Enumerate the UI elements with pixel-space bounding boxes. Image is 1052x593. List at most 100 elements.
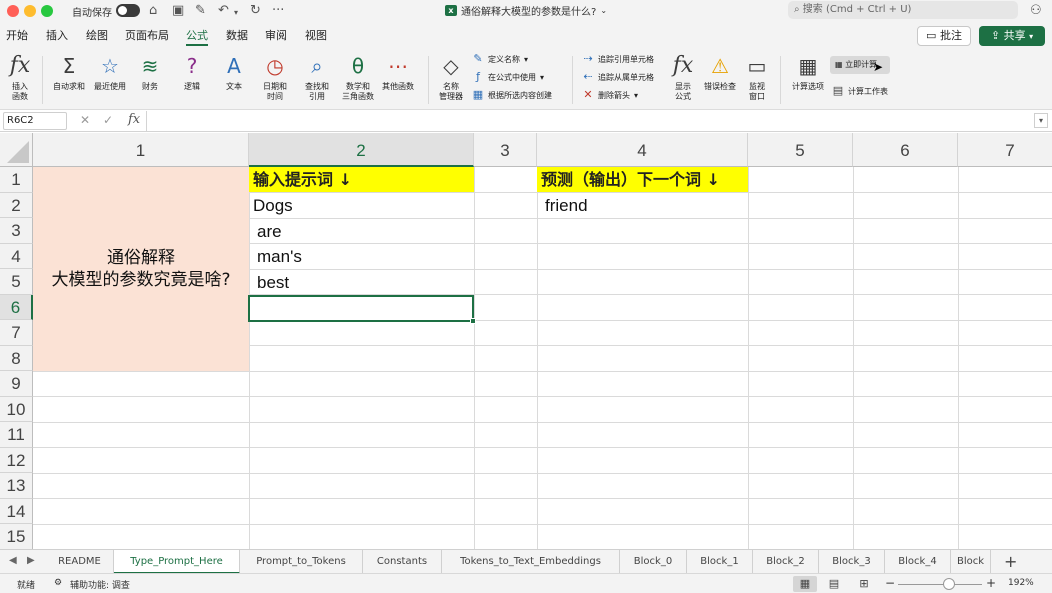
output-header-cell[interactable]: 预测（输出）下一个词 ↓ <box>537 167 748 192</box>
use-in-formula-button[interactable]: ƒ 在公式中使用 ▾ <box>472 70 544 84</box>
sheet-tab-readme[interactable]: README <box>46 550 114 574</box>
lookup-button[interactable]: ⌕ 查找和 引用 <box>300 52 334 102</box>
text-functions-button[interactable]: A 文本 <box>218 52 250 92</box>
more-functions-button[interactable]: ⋯ 其他函数 <box>380 52 416 92</box>
tab-data[interactable]: 数据 <box>226 27 248 43</box>
tab-view[interactable]: 视图 <box>305 27 327 43</box>
edit-icon[interactable]: ✎ <box>195 2 206 20</box>
define-name-button[interactable]: ✎ 定义名称 ▾ <box>472 52 528 66</box>
accessibility-status[interactable]: 辅助功能: 调查 <box>70 578 130 591</box>
input-header-cell[interactable]: 输入提示词 ↓ <box>249 167 474 192</box>
sheet-tab-block-0[interactable]: Block_0 <box>620 550 687 574</box>
logical-button[interactable]: ? 逻辑 <box>176 52 208 92</box>
tab-draw[interactable]: 绘图 <box>86 27 108 43</box>
remove-arrows-button[interactable]: ✕ 删除箭头 ▾ <box>582 88 638 102</box>
column-header[interactable]: 3 <box>474 133 537 167</box>
row-header-selected[interactable]: 6 <box>0 294 33 320</box>
column-header[interactable]: 4 <box>537 133 748 167</box>
row-header[interactable]: 4 <box>0 243 33 269</box>
trace-precedents-button[interactable]: ⇢ 追踪引用单元格 <box>582 52 654 66</box>
recent-functions-button[interactable]: ☆ 最近使用 <box>92 52 128 92</box>
undo-icon[interactable]: ↶ <box>218 2 229 20</box>
window-minimize-button[interactable] <box>24 5 36 17</box>
tab-formulas[interactable]: 公式 <box>186 27 208 43</box>
trace-dependents-button[interactable]: ⇠ 追踪从属单元格 <box>582 70 654 84</box>
create-from-selection-button[interactable]: ▦ 根据所选内容创建 <box>472 88 552 102</box>
name-box[interactable]: R6C2 <box>3 112 67 130</box>
expand-formula-bar-button[interactable]: ▾ <box>1034 113 1048 128</box>
financial-button[interactable]: ≋ 财务 <box>134 52 166 92</box>
sheet-tab-type-prompt-here[interactable]: Type_Prompt_Here <box>114 550 240 574</box>
tab-review[interactable]: 审阅 <box>265 27 287 43</box>
search-input[interactable]: ⌕ 搜索 (Cmd + Ctrl + U) <box>788 1 1018 19</box>
home-icon[interactable]: ⌂ <box>149 2 157 20</box>
sheet-prev-icon[interactable]: ◀ <box>9 555 17 566</box>
account-icon[interactable]: ⚇ <box>1030 2 1042 20</box>
insert-function-button[interactable]: fx 插入 函数 <box>6 52 34 102</box>
zoom-level[interactable]: 192% <box>1008 578 1034 588</box>
accessibility-icon[interactable]: ⚙ <box>54 578 62 588</box>
window-maximize-button[interactable] <box>41 5 53 17</box>
page-layout-view-button[interactable]: ▤ <box>822 576 846 592</box>
calculate-sheet-button[interactable]: ▤ 计算工作表 <box>832 84 888 98</box>
zoom-in-icon[interactable]: + <box>986 576 996 590</box>
row-header[interactable]: 13 <box>0 473 33 499</box>
autosave-toggle[interactable] <box>116 4 140 17</box>
math-trig-button[interactable]: θ 数学和 三角函数 <box>338 52 378 102</box>
sheet-tab-tokens-to-text-embeddings[interactable]: Tokens_to_Text_Embeddings <box>442 550 620 574</box>
row-header[interactable]: 2 <box>0 192 33 218</box>
page-break-view-button[interactable]: ⊞ <box>852 576 876 592</box>
datetime-button[interactable]: ◷ 日期和 时间 <box>258 52 292 102</box>
column-header-selected[interactable]: 2 <box>249 133 474 167</box>
row-header[interactable]: 3 <box>0 218 33 244</box>
row-header[interactable]: 7 <box>0 320 33 346</box>
watch-window-button[interactable]: ▭ 监视 窗口 <box>742 52 772 102</box>
save-icon[interactable]: ▣ <box>172 2 184 20</box>
more-icon[interactable]: ··· <box>272 2 284 20</box>
insert-function-icon[interactable]: fx <box>128 112 140 127</box>
sheet-next-icon[interactable]: ▶ <box>27 555 35 566</box>
input-token-cell[interactable]: are <box>257 219 282 244</box>
column-header[interactable]: 1 <box>33 133 249 167</box>
zoom-slider-handle[interactable] <box>943 578 955 590</box>
normal-view-button[interactable]: ▦ <box>793 576 817 592</box>
merged-title-cell[interactable]: 通俗解释 大模型的参数究竟是啥? <box>33 167 249 371</box>
worksheet-grid[interactable]: 1 2 3 4 5 6 7 1 2 3 4 5 6 7 8 9 10 11 12… <box>0 133 1052 549</box>
row-header[interactable]: 15 <box>0 524 33 549</box>
sheet-tab-block-partial[interactable]: Block <box>951 550 991 574</box>
error-checking-button[interactable]: ⚠ 错误检查 <box>700 52 740 92</box>
fill-handle[interactable] <box>470 318 476 324</box>
row-header[interactable]: 11 <box>0 422 33 448</box>
tab-insert[interactable]: 插入 <box>46 27 68 43</box>
window-close-button[interactable] <box>7 5 19 17</box>
row-header[interactable]: 1 <box>0 167 33 193</box>
sheet-tab-prompt-to-tokens[interactable]: Prompt_to_Tokens <box>240 550 363 574</box>
tab-home[interactable]: 开始 <box>6 27 28 43</box>
undo-dropdown-icon[interactable]: ▾ <box>234 4 238 22</box>
tab-page-layout[interactable]: 页面布局 <box>125 27 169 43</box>
formula-input[interactable] <box>146 111 1034 131</box>
zoom-out-icon[interactable]: − <box>885 576 895 590</box>
sheet-tab-constants[interactable]: Constants <box>363 550 442 574</box>
row-header[interactable]: 9 <box>0 371 33 397</box>
row-header[interactable]: 10 <box>0 396 33 422</box>
show-formulas-button[interactable]: fx 显示 公式 <box>668 52 698 102</box>
document-title[interactable]: x 通俗解释大模型的参数是什么? ⌄ <box>445 3 607 18</box>
redo-icon[interactable]: ↻ <box>250 2 261 20</box>
autosum-button[interactable]: Σ 自动求和 <box>50 52 88 92</box>
input-token-cell[interactable]: Dogs <box>253 193 293 218</box>
sheet-tab-block-1[interactable]: Block_1 <box>687 550 753 574</box>
input-token-cell[interactable]: best <box>257 270 289 295</box>
sheet-tab-block-4[interactable]: Block_4 <box>885 550 951 574</box>
column-header[interactable]: 7 <box>958 133 1052 167</box>
output-token-cell[interactable]: friend <box>545 193 588 218</box>
active-cell[interactable] <box>248 295 474 322</box>
sheet-tab-block-3[interactable]: Block_3 <box>819 550 885 574</box>
row-header[interactable]: 8 <box>0 345 33 371</box>
calculation-options-button[interactable]: ▦ 计算选项 <box>788 52 828 92</box>
column-header[interactable]: 6 <box>853 133 958 167</box>
sheet-tab-block-2[interactable]: Block_2 <box>753 550 819 574</box>
name-manager-button[interactable]: ◇ 名称 管理器 <box>434 52 468 102</box>
row-header[interactable]: 12 <box>0 447 33 473</box>
add-sheet-icon[interactable]: + <box>1004 552 1017 571</box>
